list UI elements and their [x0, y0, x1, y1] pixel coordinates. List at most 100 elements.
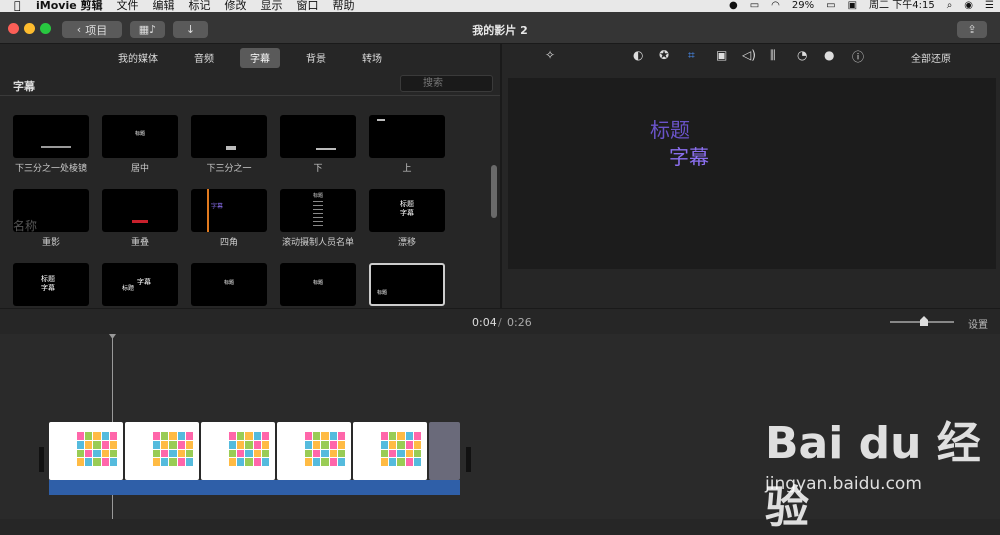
- viewer-title-line2[interactable]: 字幕: [669, 141, 709, 170]
- thumb-preview-sub: 字幕: [400, 209, 414, 217]
- reset-all-button[interactable]: 全部还原: [911, 50, 951, 65]
- video-clip-frame[interactable]: [429, 422, 460, 480]
- airplay-icon[interactable]: ▭: [750, 0, 759, 12]
- title-thumbnail[interactable]: 标题: [280, 263, 356, 306]
- watermark-logo: Bai du 经验: [765, 418, 981, 533]
- thumb-preview: 字幕: [211, 203, 224, 210]
- volume-icon[interactable]: ◁): [742, 48, 756, 62]
- clip-thumbnail: [381, 432, 421, 466]
- battery-percent: 29%: [791, 0, 815, 11]
- title-thumbnail-bottom[interactable]: [280, 115, 356, 158]
- search-input[interactable]: 搜索: [400, 75, 493, 92]
- share-icon: ⇪: [967, 23, 977, 36]
- crop-icon[interactable]: ⌗: [688, 48, 695, 63]
- tab-titles[interactable]: 字幕: [240, 48, 280, 68]
- title-thumbnail-overlap[interactable]: [102, 189, 178, 232]
- menu-mark[interactable]: 标记: [189, 0, 211, 12]
- viewer-title-line1[interactable]: 标题: [650, 114, 690, 143]
- video-clip-frame[interactable]: [277, 422, 351, 480]
- apple-icon[interactable]: : [14, 0, 28, 12]
- title-label: 重叠: [130, 238, 149, 248]
- total-time: 0:26: [507, 316, 532, 329]
- title-clip-bar[interactable]: [49, 480, 460, 495]
- watermark-url: jingyan.baidu.com: [765, 474, 922, 494]
- clip-thumbnail: [229, 432, 269, 466]
- info-icon[interactable]: ⓘ: [852, 48, 864, 65]
- equalizer-icon[interactable]: ⫼: [770, 48, 776, 63]
- title-label: 居中: [130, 164, 149, 174]
- title-thumbnail-selected[interactable]: 标题: [369, 263, 445, 306]
- thumb-preview: 标题: [41, 275, 55, 283]
- title-thumbnail-drift[interactable]: 标题 字幕: [369, 189, 445, 232]
- preview-viewer[interactable]: [508, 78, 996, 269]
- thumb-preview: 标题: [223, 280, 234, 286]
- menu-window[interactable]: 窗口: [297, 0, 319, 12]
- current-time: 0:04: [472, 316, 497, 329]
- thumb-preview: 名称: [13, 219, 38, 232]
- menu-modify[interactable]: 修改: [225, 0, 247, 12]
- thumb-preview: 标题: [377, 290, 388, 296]
- video-clip-frame[interactable]: [201, 422, 275, 480]
- stabilization-icon[interactable]: ▣: [716, 48, 727, 62]
- divider: [0, 95, 500, 96]
- title-thumbnail-center[interactable]: 标题: [102, 115, 178, 158]
- title-thumbnail-top[interactable]: [369, 115, 445, 158]
- datetime[interactable]: 周二 下午4:15: [869, 0, 935, 12]
- title-thumbnail[interactable]: 标题 字幕: [102, 263, 178, 306]
- title-label: 四角: [219, 238, 238, 248]
- speed-icon[interactable]: ◔: [797, 48, 807, 62]
- clip-thumbnail: [305, 432, 345, 466]
- qq-icon[interactable]: ●: [729, 0, 738, 12]
- clip-thumbnail: [153, 432, 193, 466]
- share-button[interactable]: ⇪: [957, 21, 987, 38]
- menu-app[interactable]: iMovie 剪辑: [36, 0, 103, 12]
- title-thumbnail-lower-third-prism[interactable]: [13, 115, 89, 158]
- thumb-preview: 标题: [122, 285, 135, 292]
- magic-wand-icon[interactable]: ✧: [545, 48, 555, 62]
- spotlight-icon[interactable]: ⌕: [947, 0, 953, 12]
- clip-trim-handle-left[interactable]: [39, 447, 44, 472]
- thumb-preview-sub: 字幕: [41, 284, 55, 292]
- time-separator: /: [498, 316, 502, 329]
- palette-icon[interactable]: ✪: [659, 48, 669, 62]
- title-label: 下三分之一处棱镜: [14, 164, 87, 174]
- battery-icon[interactable]: ▭: [826, 0, 835, 12]
- section-title: 字幕: [13, 80, 35, 93]
- panel-divider[interactable]: [500, 44, 502, 308]
- menu-file[interactable]: 文件: [117, 0, 139, 12]
- color-balance-icon[interactable]: ◐: [633, 48, 643, 62]
- notification-center-icon[interactable]: ☰: [985, 0, 994, 12]
- menu-edit[interactable]: 编辑: [153, 0, 175, 12]
- title-thumbnail-lower-third[interactable]: [191, 115, 267, 158]
- title-thumbnail[interactable]: 标题 字幕: [13, 263, 89, 306]
- title-thumbnail-four-corners[interactable]: 字幕: [191, 189, 267, 232]
- title-thumbnail-scrolling-credits[interactable]: 标题: [280, 189, 356, 232]
- menu-view[interactable]: 显示: [261, 0, 283, 12]
- adjustment-toolbar: ✧ ◐ ✪ ⌗ ▣ ◁) ⫼ ◔ ● ⓘ 全部还原: [502, 48, 1000, 68]
- tab-transitions[interactable]: 转场: [352, 48, 392, 68]
- title-label: 滚动摄制人员名单: [281, 238, 354, 248]
- filter-icon[interactable]: ●: [824, 48, 834, 62]
- clip-trim-handle-right[interactable]: [466, 447, 471, 472]
- menu-help[interactable]: 帮助: [333, 0, 355, 12]
- title-thumbnail[interactable]: 标题: [191, 263, 267, 306]
- video-clip-frame[interactable]: [125, 422, 199, 480]
- siri-icon[interactable]: ◉: [964, 0, 973, 12]
- clip-thumbnail: [77, 432, 117, 466]
- title-thumbnail-echo[interactable]: 名称: [13, 189, 89, 232]
- thumb-preview-sub: 字幕: [137, 278, 151, 286]
- tab-my-media[interactable]: 我的媒体: [108, 48, 168, 68]
- tab-audio[interactable]: 音频: [184, 48, 224, 68]
- title-label: 重影: [41, 238, 60, 248]
- video-clip-frame[interactable]: [49, 422, 123, 480]
- browser-scrollbar[interactable]: [491, 165, 497, 218]
- title-label: 漂移: [397, 238, 416, 248]
- video-clip-frame[interactable]: [353, 422, 427, 480]
- settings-button[interactable]: 设置: [968, 316, 988, 331]
- title-label: 下: [313, 164, 323, 174]
- thumb-preview: 标题: [312, 193, 323, 199]
- tab-backgrounds[interactable]: 背景: [296, 48, 336, 68]
- title-label: 上: [402, 164, 412, 174]
- input-method-icon[interactable]: ▣: [848, 0, 857, 12]
- wifi-icon[interactable]: ◠: [771, 0, 780, 12]
